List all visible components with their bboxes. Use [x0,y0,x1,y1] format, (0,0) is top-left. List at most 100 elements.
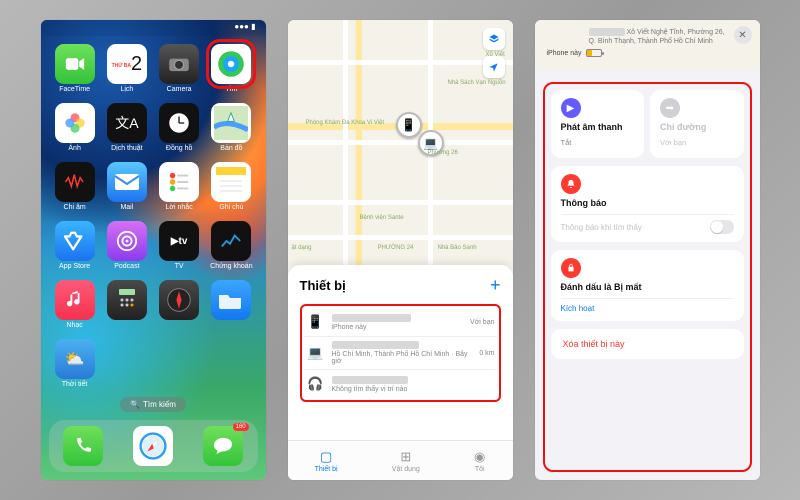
device-row[interactable]: 🎧 Không tìm thấy vị trí nào [304,369,497,398]
map-area[interactable]: 📱 💻 Nhà Sách Vạn NguồnPhòng Khám Đa Khoa… [288,20,513,265]
badge: 160 [233,423,249,431]
map-poi-label: Xô Viết [486,52,505,58]
map-poi-label: PHƯỜNG 24 [378,245,414,251]
translate-app-label: Dịch thuật [111,145,143,152]
translate-app-icon: 文A [107,103,147,143]
camera-app[interactable]: Camera [155,44,203,93]
notes-app-icon [211,162,251,202]
device-icon: 🎧 [306,374,326,394]
clock-app[interactable]: Đồng hồ [155,103,203,152]
compass-app[interactable] [155,280,203,329]
device-row[interactable]: 💻 Hồ Chí Minh, Thành Phố Hồ Chí Minh · B… [304,336,497,369]
reminders-app-label: Lời nhắc [166,204,193,211]
play-sound-tile-icon: ▶ [561,98,581,118]
reminders-app-icon [159,162,199,202]
bell-icon [561,174,581,194]
redacted-block [589,28,625,36]
tab-items[interactable]: ⊞ Vật dụng [392,449,420,473]
reminders-app[interactable]: Lời nhắc [155,162,203,211]
detail-header: ✕ Xô Viết Nghệ Tĩnh, Phường 26, Q. Bình … [535,20,760,70]
close-icon: ✕ [738,30,746,41]
tab-me-label: Tôi [475,466,485,473]
voice-memos-app[interactable]: Chi âm [51,162,99,211]
device-distance: Với bạn [470,319,494,326]
directions-tile-title: Chỉ đường [660,122,734,132]
activate-lost-link[interactable]: Kích hoạt [561,304,595,313]
find-my-app-label: Tìm [225,86,237,93]
search-label: Tìm kiếm [143,400,176,409]
notes-app[interactable]: Ghi chú [207,162,255,211]
music-app[interactable]: Nhạc [51,280,99,329]
mail-app-icon [107,162,147,202]
voice-memos-app-icon [55,162,95,202]
notify-when-found-switch[interactable] [710,220,734,234]
device-subtitle: iPhone này [332,324,465,331]
tab-me-icon: ◉ [474,449,485,465]
camera-app-label: Camera [167,86,192,93]
sheet-title: Thiết bị [300,278,346,293]
device-list: 📱 iPhone này Với bạn💻 Hồ Chí Minh, Thành… [300,304,501,402]
mac-icon: 💻 [423,136,438,150]
tv-app[interactable]: ▶tv TV [155,221,203,270]
notifications-card: Thông báo Thông báo khi tìm thấy [551,166,744,242]
tab-devices[interactable]: ▢ Thiết bị [315,449,338,473]
clock-app-icon [159,103,199,143]
maps-app[interactable]: Bản đồ [207,103,255,152]
notify-when-found-label: Thông báo khi tìm thấy [561,223,642,232]
app-store-app-icon [55,221,95,261]
lock-icon [561,258,581,278]
photos-app[interactable]: Ảnh [51,103,99,152]
facetime-app[interactable]: FaceTime [51,44,99,93]
erase-device-link[interactable]: Xóa thiết bị này [551,329,744,359]
podcast-app-icon [107,221,147,261]
calendar-app-label: Lịch [120,86,133,93]
music-app-icon [55,280,95,320]
map-layers-button[interactable] [483,28,505,50]
play-sound-tile-sub: Tắt [561,138,572,147]
photos-app-label: Ảnh [68,145,80,152]
redacted-name [332,314,411,322]
locate-me-button[interactable] [483,56,505,78]
mail-app-label: Mail [120,204,133,211]
podcast-app[interactable]: Podcast [103,221,151,270]
safari-app[interactable] [133,426,173,466]
screenshot-findmy-list: 📱 💻 Nhà Sách Vạn NguồnPhòng Khám Đa Khoa… [288,20,513,480]
close-button[interactable]: ✕ [734,26,752,44]
notes-app-label: Ghi chú [219,204,243,211]
calendar-app-icon: THỨ BA2 [107,44,147,84]
app-store-app[interactable]: App Store [51,221,99,270]
play-sound-tile[interactable]: ▶ Phát âm thanh Tắt [551,90,645,158]
stocks-app-label: Chứng khoán [210,263,252,270]
status-bar: ●●● ▮ [41,20,266,36]
stocks-app-icon [211,221,251,261]
directions-tile-icon: ➥ [660,98,680,118]
tab-bar: ▢ Thiết bị ⊞ Vật dụng ◉ Tôi [288,440,513,480]
notifications-title: Thông báo [561,198,734,208]
lost-mode-card: Đánh dấu là Bị mất Kích hoạt [551,250,744,321]
battery-icon [586,49,602,57]
phone-app[interactable] [63,426,103,466]
clock-app-label: Đồng hồ [166,145,192,152]
search-icon: 🔍 [130,400,140,409]
calendar-app[interactable]: THỨ BA2 Lịch [103,44,151,93]
compass-app-icon [159,280,199,320]
translate-app[interactable]: 文A Dịch thuật [103,103,151,152]
calculator-app-icon [107,280,147,320]
weather-label: Thời tiết [62,381,88,388]
find-my-app[interactable]: Tìm [207,44,255,93]
spotlight-search[interactable]: 🔍 Tìm kiếm [120,397,186,412]
device-subtitle: Không tìm thấy vị trí nào [332,386,489,393]
device-distance: 0 km [479,350,494,357]
files-app[interactable] [207,280,255,329]
redacted-name [332,376,408,384]
mail-app[interactable]: Mail [103,162,151,211]
add-device-button[interactable]: + [490,275,501,296]
stocks-app[interactable]: Chứng khoán [207,221,255,270]
find-my-app-icon [211,44,251,84]
tab-me[interactable]: ◉ Tôi [474,449,485,473]
device-row[interactable]: 📱 iPhone này Với bạn [304,308,497,336]
weather-icon: ⛅ [65,349,85,369]
weather-app[interactable]: ⛅ Thời tiết [55,339,95,388]
calculator-app[interactable] [103,280,151,329]
messages-app[interactable]: 160 [203,426,243,466]
